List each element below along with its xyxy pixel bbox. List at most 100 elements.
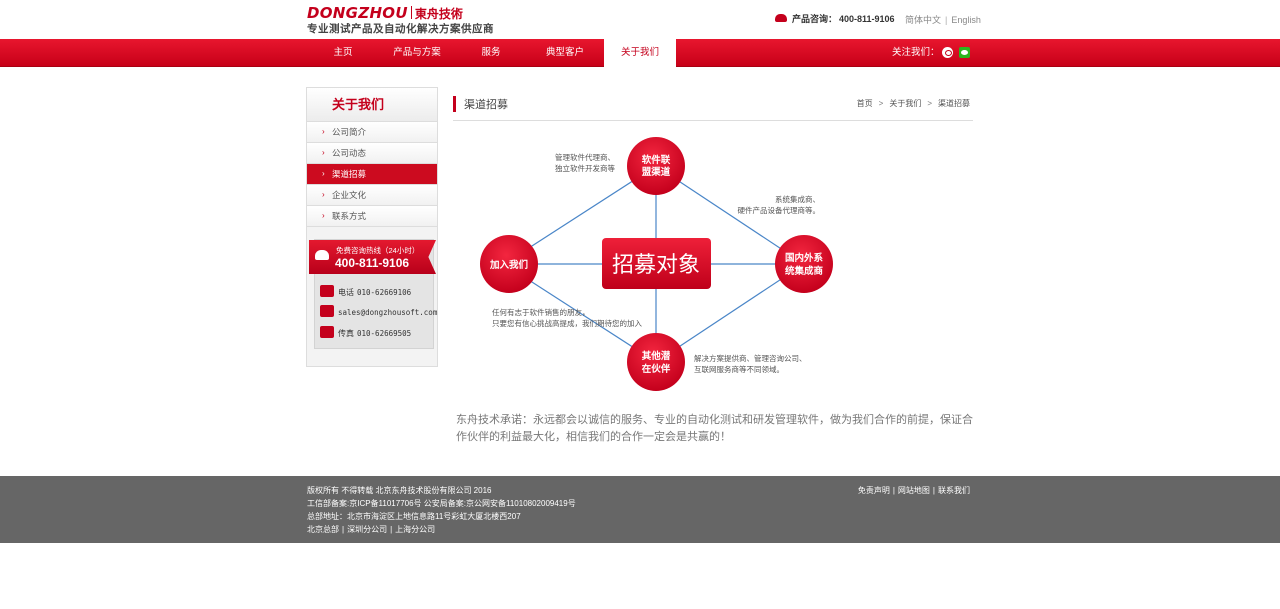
footer-links: 免责声明 | 网站地图 | 联系我们 [858, 485, 970, 496]
sidebar-item-label: 公司动态 [332, 148, 367, 158]
node-top-line1: 软件联 [642, 154, 671, 166]
hotline-ribbon: 免费咨询热线（24小时） 400-811-9106 [309, 240, 436, 274]
logo-divider [410, 6, 412, 19]
node-right-line2: 统集成商 [785, 265, 824, 277]
breadcrumb-home[interactable]: 首页 [857, 99, 873, 108]
contact-box: 免费咨询热线（24小时） 400-811-9106 电话 010-62669106… [309, 239, 437, 349]
mail-icon [320, 305, 334, 317]
chevron-right-icon: › [322, 148, 325, 157]
sidebar-item-contact[interactable]: › 联系方式 [307, 206, 437, 227]
office-beijing-link[interactable]: 北京总部 [307, 525, 339, 534]
note-top-line1: 管理软件代理商、 [555, 152, 615, 162]
office-shanghai-link[interactable]: 上海分公司 [395, 525, 435, 534]
node-bottom-line1: 其他潜 [642, 350, 671, 362]
lang-divider: | [945, 15, 948, 25]
follow-label: 关注我们： [892, 47, 940, 58]
sidebar-item-label: 联系方式 [332, 211, 367, 221]
node-top [627, 137, 685, 195]
note-left-line1: 任何有志于软件销售的朋友， [492, 307, 590, 317]
chevron-right-icon: › [322, 190, 325, 199]
fax-icon [320, 326, 334, 338]
sidebar: 关于我们 › 公司简介 › 公司动态 › 渠道招募 › 企业文化 › 联系方式 免费咨询热… [306, 87, 438, 367]
node-left-line1: 加入我们 [489, 259, 528, 271]
wechat-icon[interactable] [959, 47, 970, 58]
sidebar-item-label: 公司简介 [332, 127, 367, 137]
breadcrumb-current: 渠道招募 [938, 99, 970, 108]
disclaimer-link[interactable]: 免责声明 [858, 486, 890, 495]
sidebar-title: 关于我们 [307, 88, 437, 122]
node-bottom-line2: 在伙伴 [642, 363, 671, 375]
site-header: DONGZHOU 東舟技術 专业测试产品及自动化解决方案供应商 产品咨询： 400-… [0, 0, 1280, 39]
note-left-line2: 只要您有信心挑战高提成，我们期待您的加入 [492, 318, 642, 328]
logo-en: DONGZHOU [307, 4, 408, 22]
breadcrumb-separator: > [927, 99, 932, 108]
footer-offices: 北京总部 | 深圳分公司 | 上海分公司 [307, 524, 435, 535]
sidebar-item-label: 渠道招募 [332, 169, 367, 179]
lang-en-link[interactable]: English [951, 15, 981, 25]
footer-divider: | [932, 486, 935, 495]
weibo-icon[interactable] [942, 47, 953, 58]
nav-item-customers[interactable]: 典型客户 [527, 39, 603, 67]
header-hotline: 产品咨询： 400-811-9106 [775, 12, 895, 25]
chevron-right-icon: › [322, 211, 325, 220]
contact-value[interactable]: sales@dongzhousoft.com [338, 308, 437, 317]
recruit-diagram: 招募对象 软件联 盟渠道 加入我们 国内外系 统集成商 其他潜 在伙伴 管理软件… [480, 137, 833, 391]
footer-icp: 工信部备案:京ICP备11017706号 公安局备案:京公网安备11010802… [307, 499, 576, 508]
content-header: 渠道招募 首页 > 关于我们 > 渠道招募 [453, 93, 973, 121]
slogan: 专业测试产品及自动化解决方案供应商 [307, 23, 494, 35]
contact-phone: 电话 010-62669106 [320, 285, 411, 298]
contact-fax: 传真 010-62669505 [320, 326, 411, 339]
footer-copyright: 版权所有 不得转载 北京东舟技术股份有限公司 2016 [307, 486, 492, 495]
note-top-line2: 独立软件开发商等 [555, 163, 615, 173]
page-title: 渠道招募 [464, 99, 508, 111]
node-right [775, 235, 833, 293]
sidebar-item-culture[interactable]: › 企业文化 [307, 185, 437, 206]
contact-email: sales@dongzhousoft.com [320, 305, 437, 317]
phone-icon [775, 14, 787, 22]
footer-divider: | [390, 525, 393, 534]
chevron-right-icon: › [322, 127, 325, 136]
footer-divider: | [892, 486, 895, 495]
chevron-right-icon: › [322, 169, 325, 178]
promise-text: 东舟技术承诺：永远都会以诚信的服务、专业的自动化测试和研发管理软件，做为我们合作… [456, 414, 973, 443]
note-bottom-line1: 解决方案提供商、管理咨询公司、 [694, 353, 807, 363]
breadcrumb: 首页 > 关于我们 > 渠道招募 [857, 98, 970, 109]
sitemap-link[interactable]: 网站地图 [898, 486, 930, 495]
footer-address: 总部地址：北京市海淀区上地信息路11号彩虹大厦北楼西207 [307, 512, 521, 521]
note-right-line1: 系统集成商、 [775, 194, 820, 204]
node-right-line1: 国内外系 [785, 252, 824, 264]
telephone-icon [320, 285, 334, 297]
hotline-label: 产品咨询： [792, 14, 838, 24]
node-bottom [627, 333, 685, 391]
language-switch: 简体中文 | English [905, 13, 981, 26]
center-label: 招募对象 [612, 252, 700, 277]
sidebar-item-profile[interactable]: › 公司简介 [307, 122, 437, 143]
footer-divider: | [342, 525, 345, 534]
breadcrumb-about[interactable]: 关于我们 [889, 99, 921, 108]
note-bottom-line2: 互联网服务商等不同领域。 [694, 364, 784, 374]
contact-us-link[interactable]: 联系我们 [938, 486, 970, 495]
office-shenzhen-link[interactable]: 深圳分公司 [347, 525, 387, 534]
contact-value: 010-62669106 [357, 288, 412, 297]
node-top-line2: 盟渠道 [642, 166, 671, 178]
main-nav: 主页 产品与方案 服务 典型客户 关于我们 关注我们： [0, 39, 1280, 68]
contact-value: 010-62669505 [357, 329, 412, 338]
hotline-number: 400-811-9106 [335, 256, 410, 270]
sidebar-item-label: 企业文化 [332, 190, 367, 200]
contact-label: 传真 [338, 329, 354, 338]
contact-label: 电话 [338, 288, 354, 297]
hotline-caption: 免费咨询热线（24小时） [336, 246, 420, 255]
lang-cn-link[interactable]: 简体中文 [905, 15, 941, 25]
nav-item-about[interactable]: 关于我们 [604, 39, 676, 68]
sidebar-item-news[interactable]: › 公司动态 [307, 143, 437, 164]
nav-item-home[interactable]: 主页 [307, 39, 379, 67]
sidebar-item-recruit[interactable]: › 渠道招募 [307, 164, 437, 185]
breadcrumb-separator: > [878, 99, 884, 108]
note-right-line2: 硬件产品设备代理商等。 [738, 205, 821, 215]
phone-icon [315, 250, 329, 260]
logo-cn: 東舟技術 [414, 7, 463, 21]
hotline-number: 400-811-9106 [839, 14, 895, 24]
nav-item-products[interactable]: 产品与方案 [379, 39, 455, 67]
title-accent [453, 96, 456, 112]
nav-item-services[interactable]: 服务 [455, 39, 527, 67]
